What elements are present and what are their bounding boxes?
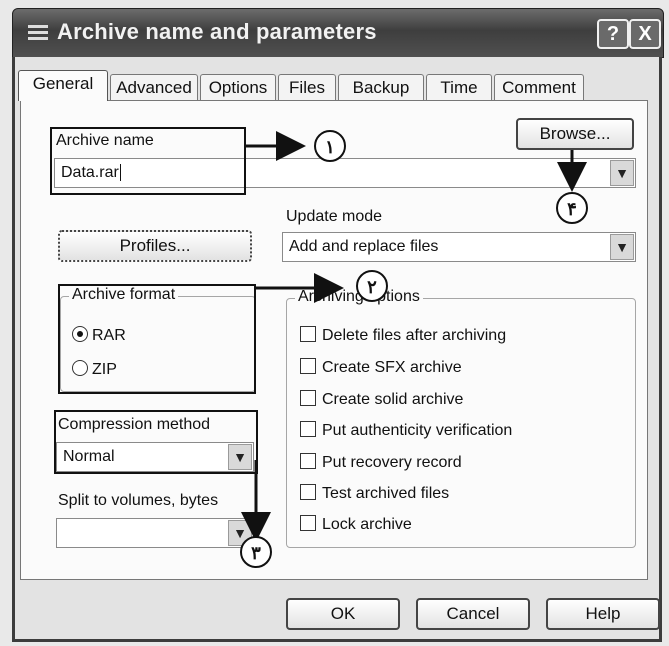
annotation-number-2: ٢ [356, 270, 388, 302]
dialog-window: Archive name and parameters ? X General … [0, 0, 669, 646]
annotation-number-4: ۴ [556, 192, 588, 224]
annotation-number-1: ١ [314, 130, 346, 162]
tab-general[interactable]: General [18, 70, 108, 101]
annotation-number-3: ٣ [240, 536, 272, 568]
